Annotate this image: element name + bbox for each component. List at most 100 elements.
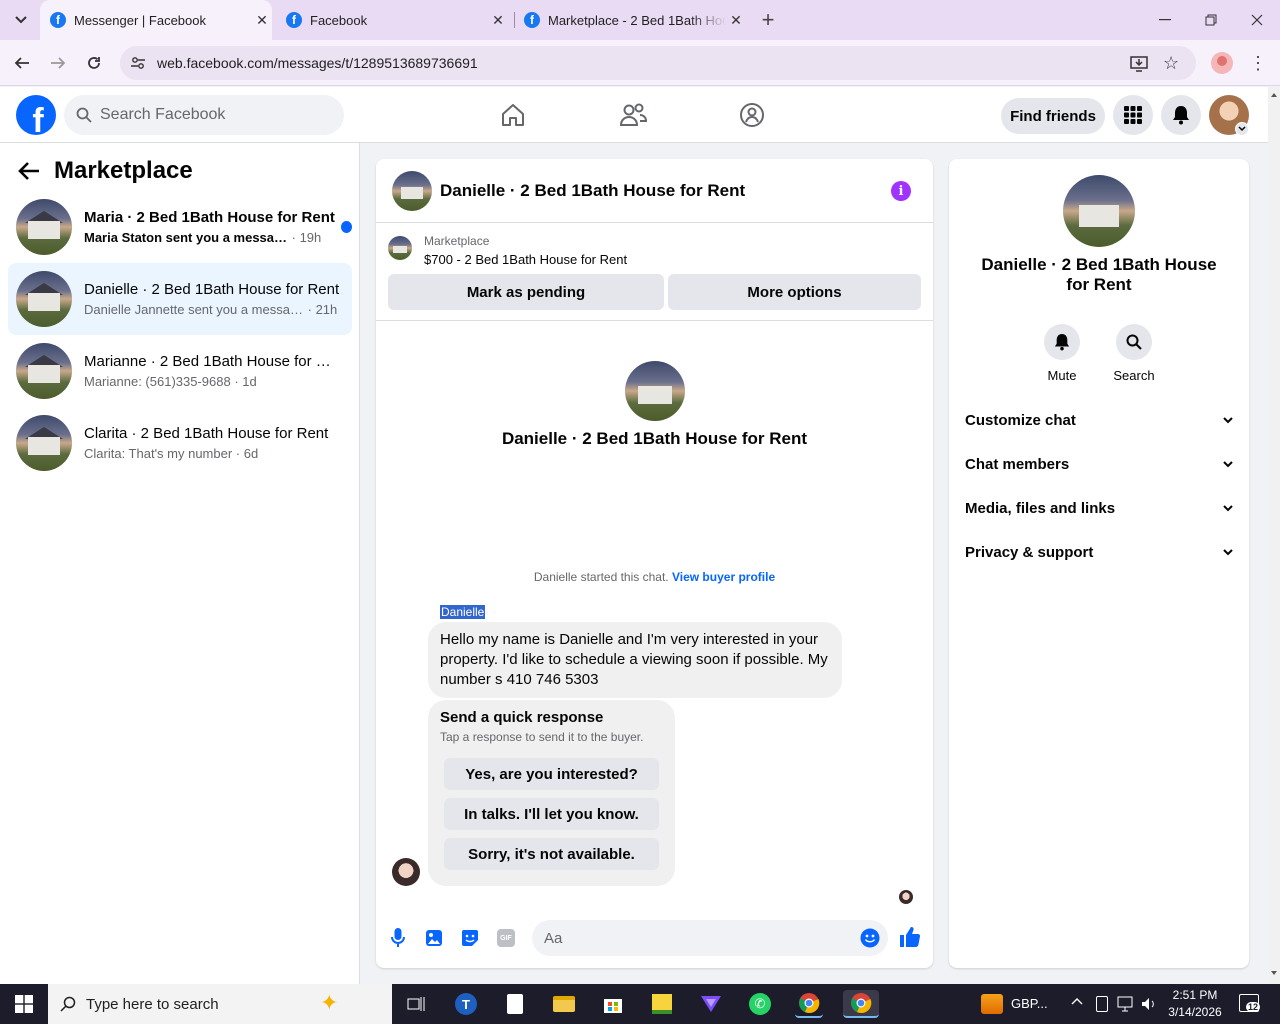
document-icon[interactable] — [501, 990, 529, 1018]
chat-header: Danielle · 2 Bed 1Bath House for Rent i — [376, 159, 933, 223]
message-bubble[interactable]: Hello my name is Danielle and I'm very i… — [428, 622, 842, 698]
conversation-preview: Marianne: (561)335-9688 — [84, 374, 231, 389]
photo-icon[interactable] — [423, 927, 445, 949]
currency-widget-text[interactable]: GBP... — [1011, 996, 1048, 1011]
windows-start-icon[interactable] — [10, 990, 38, 1018]
tab-marketplace[interactable]: f Marketplace - 2 Bed 1Bath House for Re… — [514, 0, 746, 40]
conversation-item[interactable]: Clarita · 2 Bed 1Bath House for Rent Cla… — [8, 407, 352, 479]
restore-icon[interactable] — [1196, 5, 1226, 35]
forward-icon[interactable] — [43, 48, 73, 78]
search-conversation-button[interactable]: Search — [1104, 324, 1164, 383]
tray-device-icon[interactable] — [1096, 996, 1108, 1012]
message-input[interactable]: Aa — [532, 920, 888, 956]
find-friends-button[interactable]: Find friends — [1001, 98, 1105, 134]
profile-icon[interactable] — [1207, 48, 1237, 78]
message-text: Hello my name is Danielle and I'm very i… — [440, 631, 828, 688]
chat-intro-title: Danielle · 2 Bed 1Bath House for Rent — [501, 429, 808, 448]
facebook-search-input[interactable]: Search Facebook — [64, 95, 344, 135]
microsoft-store-icon[interactable] — [599, 990, 627, 1018]
chrome-icon[interactable] — [795, 990, 823, 1018]
account-avatar[interactable] — [1209, 95, 1249, 136]
conversation-item[interactable]: Danielle · 2 Bed 1Bath House for Rent Da… — [8, 263, 352, 335]
tray-chevron-icon[interactable] — [1071, 997, 1083, 1005]
taskbar-search-input[interactable]: Type here to search ✦ — [48, 984, 392, 1024]
vpn-icon[interactable] — [697, 990, 725, 1018]
system-clock[interactable]: 2:51 PM 3/14/2026 — [1160, 987, 1230, 1021]
address-bar[interactable]: web.facebook.com/messages/t/128951368973… — [120, 46, 1196, 80]
conversation-time: 21h — [315, 302, 338, 317]
search-icon — [60, 996, 76, 1012]
menu-icon[interactable]: ⋮ — [1243, 48, 1273, 78]
close-tab-icon[interactable]: ✕ — [488, 12, 508, 29]
bookmark-star-icon[interactable]: ☆ — [1163, 53, 1179, 74]
privacy-support-section[interactable]: Privacy & support — [965, 530, 1233, 574]
reload-icon[interactable] — [79, 48, 109, 78]
window-close-icon[interactable] — [1242, 5, 1272, 35]
listing-title[interactable]: $700 - 2 Bed 1Bath House for Rent — [424, 252, 627, 267]
gif-icon[interactable]: GIF — [495, 927, 517, 949]
chevron-down-icon — [1235, 122, 1249, 136]
chrome-profile-icon[interactable] — [843, 990, 879, 1018]
whatsapp-icon[interactable]: ✆ — [746, 990, 774, 1018]
mute-button[interactable]: Mute — [1032, 324, 1092, 383]
notifications-icon[interactable]: 12 — [1239, 994, 1261, 1012]
search-highlight-icon: ✦ — [320, 990, 339, 1015]
install-icon[interactable] — [1130, 54, 1148, 72]
url-text[interactable]: web.facebook.com/messages/t/128951368973… — [157, 55, 478, 71]
chevron-down-icon — [1223, 416, 1233, 424]
chat-avatar[interactable] — [392, 170, 432, 211]
facebook-logo-icon[interactable]: f — [16, 95, 56, 135]
conversation-item[interactable]: Marianne · 2 Bed 1Bath House for Rent Ma… — [8, 335, 352, 407]
app-t-icon[interactable]: T — [452, 990, 480, 1018]
info-icon[interactable]: i — [891, 181, 911, 201]
quick-reply-button[interactable]: Yes, are you interested? — [444, 758, 659, 790]
chat-intro-avatar — [625, 361, 685, 421]
mark-as-pending-button[interactable]: Mark as pending — [388, 274, 664, 310]
listing-thumbnail[interactable] — [388, 236, 412, 260]
quick-response-title: Send a quick response — [440, 709, 604, 726]
close-tab-icon[interactable]: ✕ — [252, 12, 272, 29]
message-composer: GIF Aa — [376, 919, 933, 959]
more-options-button[interactable]: More options — [668, 274, 921, 310]
site-info-icon[interactable] — [130, 55, 146, 71]
groups-icon[interactable] — [736, 99, 768, 131]
network-icon[interactable] — [1117, 996, 1135, 1012]
facebook-header: f Search Facebook Find friends — [0, 87, 1268, 143]
conversation-time: 6d — [243, 446, 259, 461]
friends-icon[interactable] — [617, 99, 649, 131]
microphone-icon[interactable] — [387, 927, 409, 949]
sticker-icon[interactable] — [459, 927, 481, 949]
view-buyer-profile-link[interactable]: View buyer profile — [672, 570, 775, 584]
chevron-down-icon — [1223, 460, 1233, 468]
new-tab-icon[interactable]: + — [753, 5, 783, 35]
thumbs-up-icon[interactable] — [899, 926, 921, 948]
emoji-icon[interactable] — [860, 928, 880, 948]
customize-chat-section[interactable]: Customize chat — [965, 398, 1233, 442]
notifications-bell-icon[interactable] — [1161, 95, 1201, 135]
conversation-preview: Maria Staton sent you a message about yo… — [84, 230, 288, 245]
currency-widget-icon[interactable] — [978, 990, 1006, 1018]
minimize-icon[interactable] — [1150, 5, 1180, 35]
tab-search-icon[interactable] — [6, 5, 36, 35]
task-view-icon[interactable] — [402, 990, 430, 1018]
file-explorer-icon[interactable] — [550, 990, 578, 1018]
listing-thumbnail — [16, 415, 72, 471]
details-title: Danielle · 2 Bed 1Bath House for Rent — [981, 255, 1217, 294]
chat-members-section[interactable]: Chat members — [965, 442, 1233, 486]
back-icon[interactable] — [7, 48, 37, 78]
page-scrollbar[interactable] — [1268, 87, 1280, 984]
media-files-links-section[interactable]: Media, files and links — [965, 486, 1233, 530]
conversation-item[interactable]: Maria · 2 Bed 1Bath House for Rent Maria… — [8, 191, 352, 263]
chat-title[interactable]: Danielle · 2 Bed 1Bath House for Rent — [440, 181, 745, 201]
home-icon[interactable] — [497, 99, 529, 131]
tab-messenger[interactable]: f Messenger | Facebook ✕ — [40, 0, 272, 40]
menu-grid-icon[interactable] — [1113, 95, 1153, 135]
tab-facebook[interactable]: f Facebook ✕ — [276, 0, 508, 40]
quick-reply-button[interactable]: In talks. I'll let you know. — [444, 798, 659, 830]
sender-avatar[interactable] — [392, 858, 420, 886]
sticky-notes-icon[interactable] — [648, 990, 676, 1018]
quick-reply-button[interactable]: Sorry, it's not available. — [444, 838, 659, 870]
volume-icon[interactable] — [1141, 996, 1157, 1012]
back-arrow-icon[interactable] — [18, 161, 40, 181]
close-tab-icon[interactable]: ✕ — [726, 12, 746, 29]
